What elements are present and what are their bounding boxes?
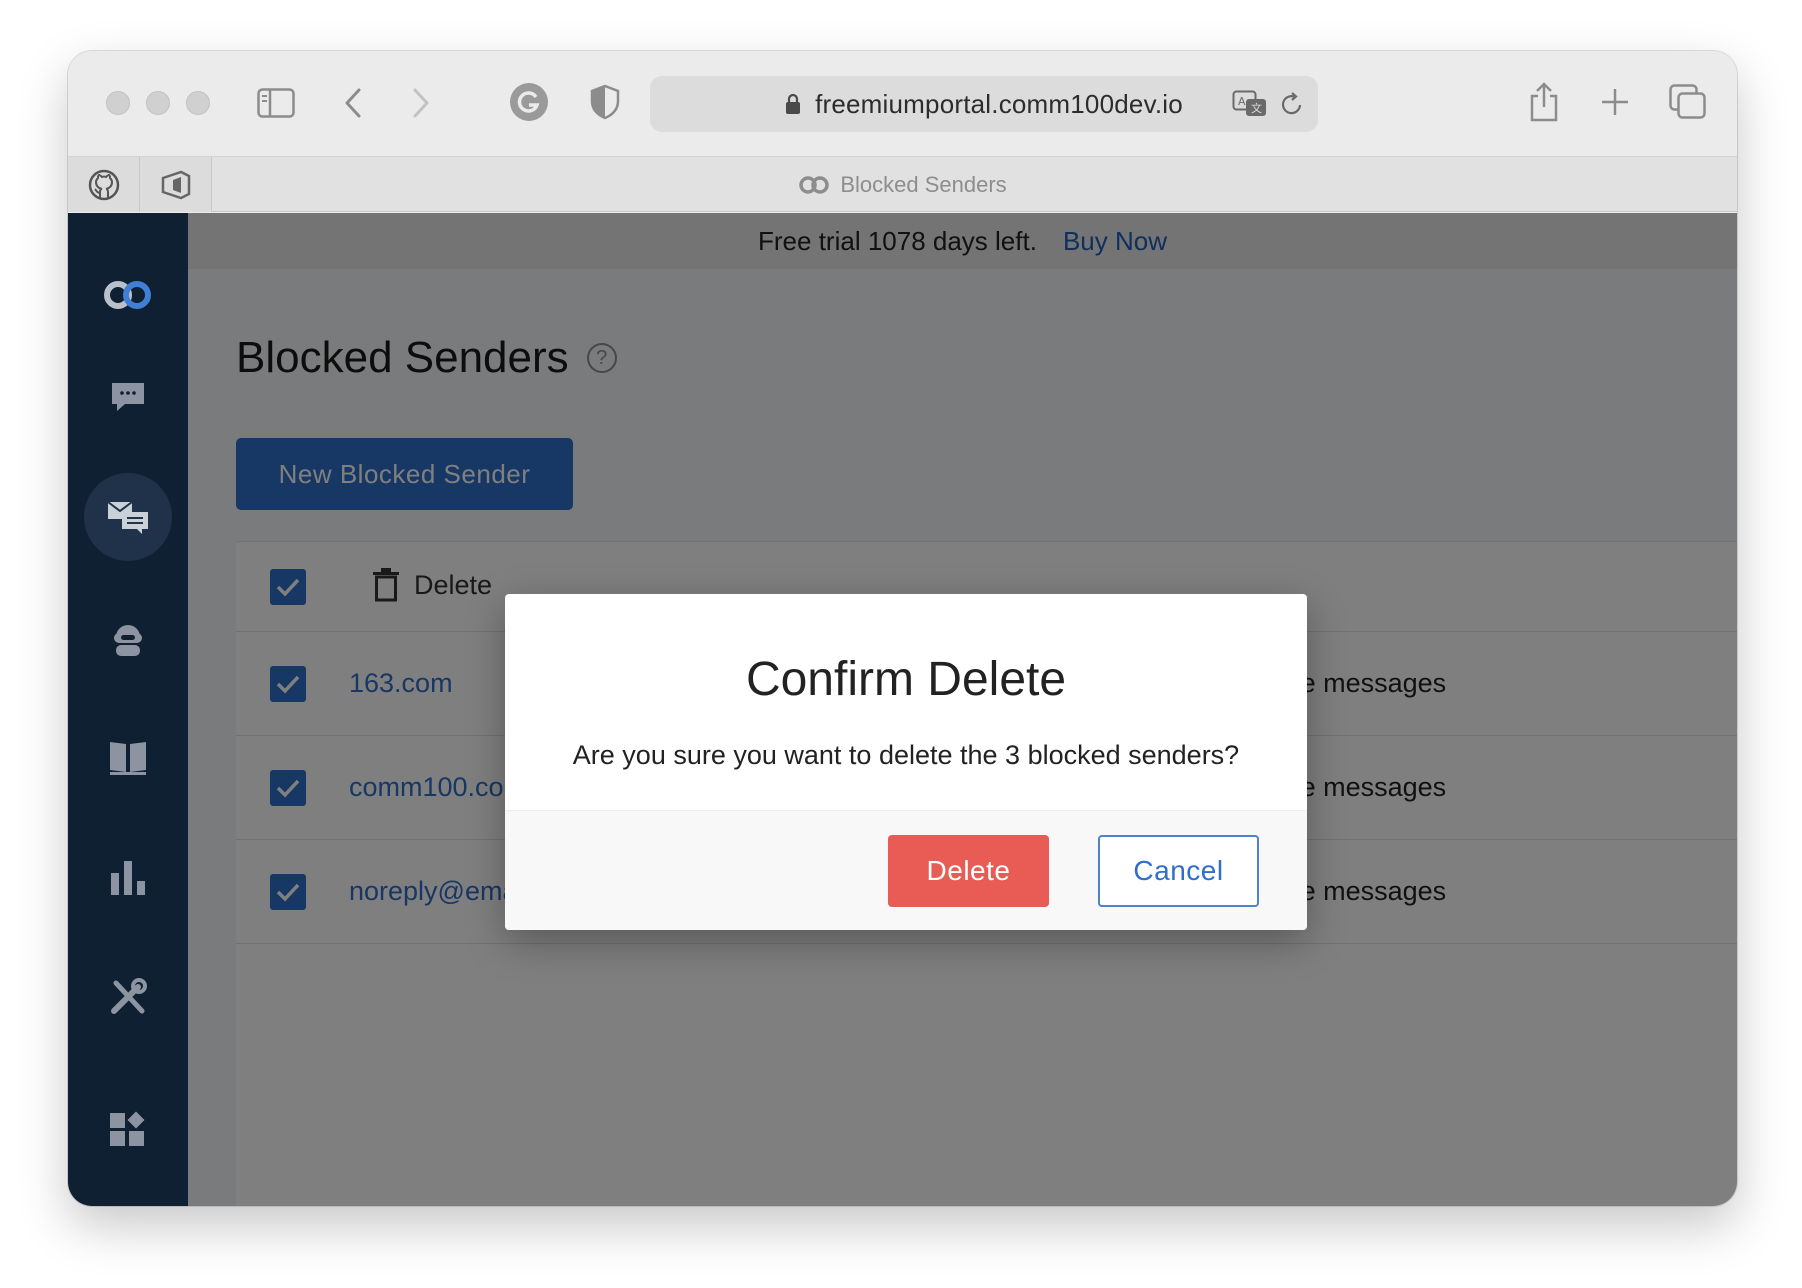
sidebar-toggle-icon[interactable] (256, 85, 296, 121)
apps-grid-icon (108, 1109, 148, 1149)
sidebar-item-livechat[interactable] (84, 353, 172, 441)
translate-icon[interactable]: A文 (1232, 90, 1268, 118)
sidebar-item-settings[interactable] (84, 953, 172, 1041)
comm100-logo-icon[interactable] (84, 251, 172, 339)
dialog-title: Confirm Delete (745, 653, 1067, 706)
book-icon (108, 738, 148, 776)
chat-bubble-icon (109, 380, 147, 414)
sidebar-item-knowledge-base[interactable] (84, 713, 172, 801)
comm100-favicon-icon (798, 175, 830, 195)
zoom-window-button[interactable] (186, 91, 210, 115)
sidebar-item-apps[interactable] (84, 1085, 172, 1173)
tab-title: Blocked Senders (840, 171, 1007, 197)
bar-chart-icon (109, 859, 147, 895)
cancel-button[interactable]: Cancel (1098, 835, 1259, 907)
ticket-messaging-icon (106, 499, 150, 535)
browser-window: freemiumportal.comm100dev.io A文 Blocked … (68, 51, 1737, 1206)
share-icon[interactable] (1526, 79, 1562, 123)
confirm-delete-dialog: Confirm Delete Are you sure you want to … (505, 594, 1307, 930)
privacy-shield-icon[interactable] (588, 82, 622, 122)
sidebar-item-ticketing[interactable] (84, 473, 172, 561)
close-window-button[interactable] (106, 91, 130, 115)
svg-text:A: A (1238, 95, 1246, 108)
grammarly-extension-icon[interactable] (508, 81, 550, 123)
url-text: freemiumportal.comm100dev.io (815, 88, 1183, 119)
address-bar[interactable]: freemiumportal.comm100dev.io A文 (650, 76, 1318, 132)
tab-overview-icon[interactable] (1668, 83, 1708, 121)
new-tab-icon[interactable] (1598, 85, 1632, 119)
tools-icon (108, 977, 148, 1017)
reload-icon[interactable] (1280, 91, 1304, 117)
minimize-window-button[interactable] (146, 91, 170, 115)
browser-toolbar: freemiumportal.comm100dev.io A文 (68, 51, 1737, 156)
app: Free trial 1078 days left. Buy Now Block… (68, 213, 1737, 1206)
dialog-footer: Delete Cancel (505, 810, 1307, 930)
sidebar-item-bot[interactable] (84, 593, 172, 681)
sidebar-item-reports[interactable] (84, 833, 172, 921)
svg-text:文: 文 (1251, 101, 1262, 115)
sidebar (68, 213, 188, 1206)
back-icon[interactable] (338, 85, 368, 121)
confirm-delete-button[interactable]: Delete (888, 835, 1049, 907)
tab-strip: Blocked Senders (68, 156, 1737, 212)
bot-icon (108, 617, 148, 657)
active-tab[interactable]: Blocked Senders (68, 157, 1737, 212)
lock-icon (785, 93, 801, 115)
forward-icon[interactable] (406, 85, 436, 121)
dialog-message: Are you sure you want to delete the 3 bl… (572, 740, 1240, 770)
